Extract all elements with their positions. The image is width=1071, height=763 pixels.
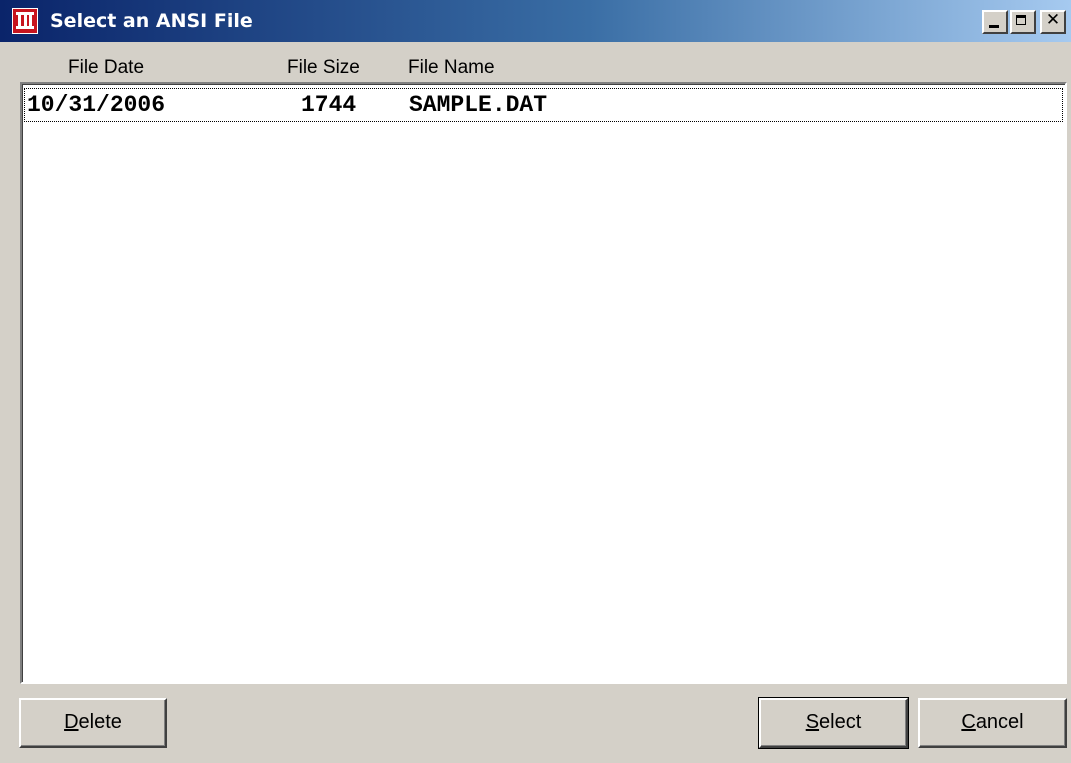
- cancel-button-label: ancel: [975, 711, 1024, 733]
- column-header-file-date: File Date: [68, 57, 145, 78]
- file-list-row[interactable]: 10/31/2006 1744 SAMPLE.DAT: [24, 88, 1063, 122]
- select-button-accelerator: S: [805, 711, 820, 733]
- select-button-label: elect: [819, 711, 862, 733]
- column-header-file-name: File Name: [408, 57, 495, 78]
- file-date-cell: 10/31/2006: [27, 92, 166, 118]
- maximize-button[interactable]: [1010, 10, 1036, 34]
- window-title: Select an ANSI File: [50, 10, 253, 32]
- file-list[interactable]: 10/31/2006 1744 SAMPLE.DAT: [20, 82, 1067, 684]
- minimize-button[interactable]: [982, 10, 1008, 34]
- select-button[interactable]: Select: [758, 697, 909, 749]
- app-icon[interactable]: [12, 8, 38, 34]
- cancel-button[interactable]: Cancel: [918, 698, 1067, 748]
- column-header-file-size: File Size: [287, 57, 360, 78]
- delete-button[interactable]: Delete: [19, 698, 167, 748]
- delete-button-accelerator: D: [64, 711, 79, 733]
- close-button[interactable]: ✕: [1040, 10, 1066, 34]
- title-bar[interactable]: Select an ANSI File ✕: [0, 0, 1071, 42]
- close-icon: ✕: [1045, 10, 1061, 30]
- delete-button-label: elete: [78, 711, 122, 733]
- file-size-cell: 1744: [301, 92, 357, 118]
- file-name-cell: SAMPLE.DAT: [409, 92, 548, 118]
- cancel-button-accelerator: C: [961, 711, 976, 733]
- select-ansi-file-dialog: Select an ANSI File ✕ File Date File Siz…: [0, 0, 1071, 763]
